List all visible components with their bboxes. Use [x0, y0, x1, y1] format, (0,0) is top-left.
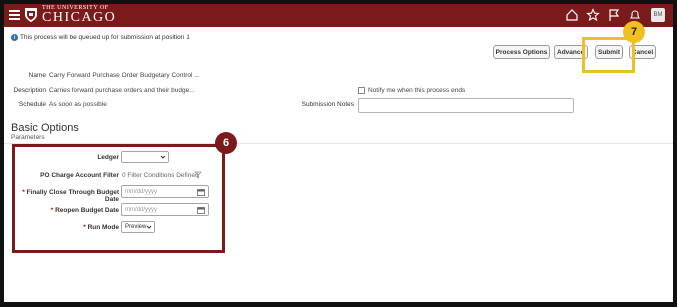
finally-close-date-input[interactable]: mm/dd/yyyy — [121, 185, 209, 198]
ledger-select[interactable] — [121, 151, 169, 163]
name-label: Name — [28, 72, 46, 79]
finally-close-label-text: Finally Close Through Budget Date — [26, 189, 119, 203]
finally-close-date-placeholder: mm/dd/yyyy — [125, 188, 158, 195]
parameters-subheading: Parameters — [11, 134, 45, 141]
required-marker: * — [83, 224, 86, 231]
menu-icon[interactable] — [9, 10, 20, 20]
star-icon[interactable] — [586, 8, 600, 22]
step-6-callout: 6 — [215, 132, 237, 154]
run-mode-label-text: Run Mode — [87, 224, 119, 231]
reopen-date-placeholder: mm/dd/yyyy — [125, 206, 158, 213]
step-7-callout: 7 — [623, 21, 645, 43]
submission-notes-label: Submission Notes — [301, 101, 354, 108]
flag-icon[interactable] — [607, 8, 621, 22]
required-marker: * — [50, 207, 54, 214]
notify-checkbox[interactable] — [358, 87, 365, 94]
finally-close-label: * Finally Close Through Budget Date — [11, 189, 119, 203]
reopen-date-label: * Reopen Budget Date — [24, 207, 119, 214]
required-marker: * — [22, 189, 25, 196]
app-window: THE UNIVERSITY OF CHICAGO BM i This proc… — [4, 4, 673, 302]
chevron-down-icon — [160, 155, 166, 159]
description-value: Carries forward purchase orders and thei… — [49, 87, 195, 94]
name-value: Carry Forward Purchase Order Budgetary C… — [49, 72, 200, 79]
chevron-down-icon — [146, 225, 152, 229]
university-shield-icon — [25, 8, 37, 22]
user-avatar[interactable]: BM — [651, 8, 665, 22]
submission-notes-input[interactable] — [358, 98, 574, 113]
logo-title[interactable]: CHICAGO — [42, 11, 116, 25]
info-icon: i — [11, 34, 18, 41]
global-header: THE UNIVERSITY OF CHICAGO BM — [4, 4, 673, 27]
schedule-label: Schedule — [18, 101, 46, 108]
description-label: Description — [13, 87, 46, 94]
ledger-label: Ledger — [97, 154, 119, 161]
po-filter-label: PO Charge Account Filter — [40, 172, 119, 179]
filter-edit-icon[interactable] — [194, 171, 202, 179]
run-mode-value: Preview — [125, 224, 147, 230]
bell-icon[interactable] — [628, 8, 642, 22]
reopen-date-label-text: Reopen Budget Date — [55, 207, 119, 214]
po-filter-value[interactable]: 0 Filter Conditions Defined — [122, 172, 199, 179]
queue-info-message: i This process will be queued up for sub… — [11, 34, 190, 41]
run-mode-label: * Run Mode — [24, 224, 119, 231]
process-options-button[interactable]: Process Options — [493, 45, 550, 59]
schedule-value: As soon as possible — [49, 101, 107, 108]
basic-options-heading: Basic Options — [11, 122, 79, 134]
queue-info-text: This process will be queued up for submi… — [20, 34, 190, 41]
home-icon[interactable] — [565, 8, 579, 22]
submit-highlight-callout — [582, 37, 635, 73]
calendar-icon[interactable] — [197, 188, 205, 196]
notify-label: Notify me when this process ends — [368, 87, 466, 94]
run-mode-select[interactable]: Preview — [121, 221, 155, 233]
calendar-icon[interactable] — [197, 206, 205, 214]
reopen-date-input[interactable]: mm/dd/yyyy — [121, 203, 209, 216]
